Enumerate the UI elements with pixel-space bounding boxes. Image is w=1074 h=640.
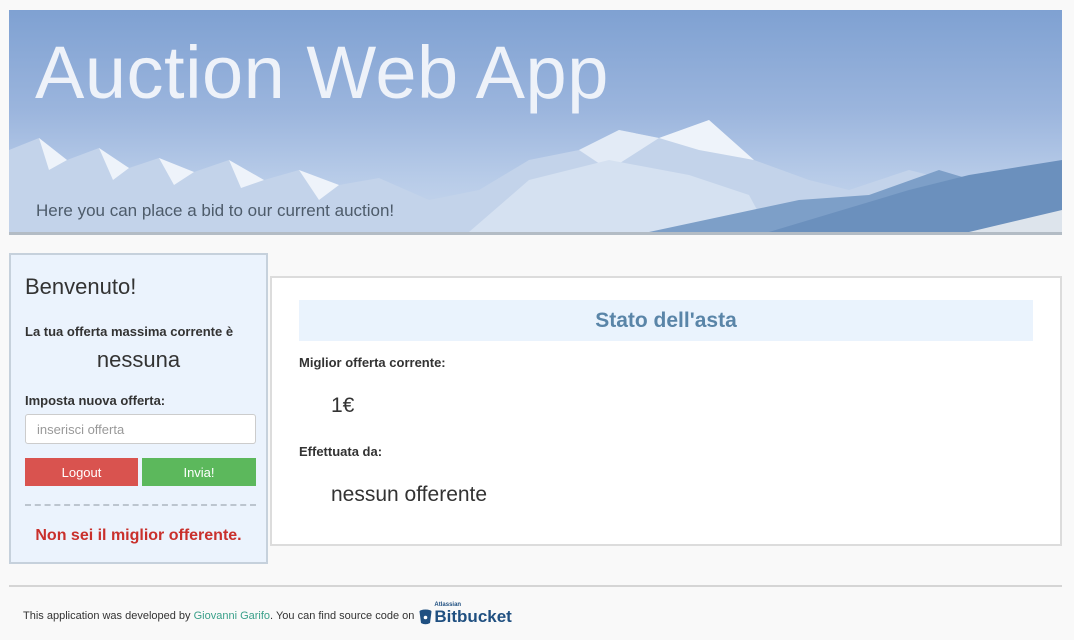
offer-input[interactable] xyxy=(25,414,256,444)
bitbucket-logo-icon xyxy=(419,609,432,625)
current-max-offer-label: La tua offerta massima corrente è xyxy=(25,324,234,339)
welcome-heading: Benvenuto! xyxy=(25,274,137,299)
auction-status-title: Stato dell'asta xyxy=(299,300,1033,341)
footer: This application was developed by Giovan… xyxy=(23,602,512,627)
send-offer-button[interactable]: Invia! xyxy=(142,458,256,486)
footer-text-before: This application was developed by xyxy=(23,609,191,622)
header-banner: Auction Web App Here you can place a bid… xyxy=(9,10,1062,235)
new-offer-label: Imposta nuova offerta: xyxy=(25,393,166,408)
page-subtitle: Here you can place a bid to our current … xyxy=(36,201,395,220)
author-link[interactable]: Giovanni Garifo xyxy=(194,610,270,622)
logout-button[interactable]: Logout xyxy=(25,458,138,486)
made-by-label: Effettuata da: xyxy=(299,444,383,459)
current-max-offer-value: nessuna xyxy=(96,347,181,372)
bitbucket-link[interactable]: Atlassian Bitbucket xyxy=(419,602,512,626)
bid-status-message: Non sei il miglior offerente. xyxy=(35,527,242,544)
page-title: Auction Web App xyxy=(35,31,609,114)
user-panel: Benvenuto! La tua offerta massima corren… xyxy=(9,253,268,564)
footer-divider xyxy=(9,585,1062,587)
best-offer-value: 1€ xyxy=(331,394,355,417)
made-by-value: nessun offerente xyxy=(331,483,488,506)
auction-status-panel: Stato dell'asta Miglior offerta corrente… xyxy=(270,276,1062,546)
footer-text-after: . You can find source code on xyxy=(270,609,415,622)
bitbucket-label: Bitbucket xyxy=(434,607,512,626)
divider xyxy=(25,504,256,506)
best-offer-label: Miglior offerta corrente: xyxy=(299,355,446,370)
